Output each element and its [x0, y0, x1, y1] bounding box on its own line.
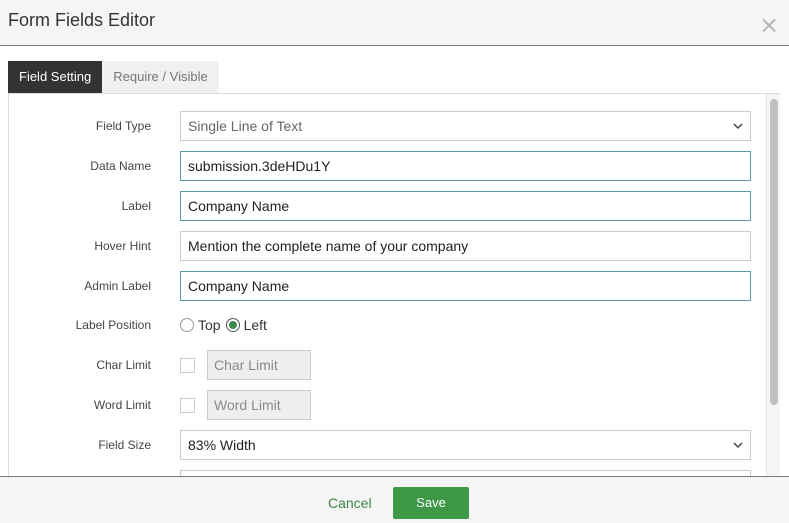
dialog-footer: Cancel Save [0, 476, 789, 523]
hover-hint-label: Hover Hint [94, 239, 151, 253]
word-limit-row: Word Limit Word Limit [9, 390, 759, 420]
tab-bar: Field Setting Require / Visible [8, 61, 219, 93]
data-name-label: Data Name [90, 159, 151, 173]
label-position-row: Label Position Top Left [9, 310, 759, 340]
label-input[interactable]: Company Name [180, 191, 751, 221]
chevron-down-icon [733, 123, 743, 130]
label-position-radio-group: Top Left [180, 310, 272, 340]
label-label: Label [121, 199, 151, 213]
field-type-value: Single Line of Text [188, 118, 303, 134]
field-size-select[interactable]: 83% Width [180, 430, 751, 460]
field-size-row: Field Size 83% Width [9, 430, 759, 460]
char-limit-row: Char Limit Char Limit [9, 350, 759, 380]
field-size-value: 83% Width [188, 437, 256, 453]
save-button[interactable]: Save [393, 487, 469, 519]
dialog-header: Form Fields Editor × [0, 0, 789, 46]
radio-top-label: Top [198, 317, 221, 333]
admin-label-label: Admin Label [84, 279, 151, 293]
scrollbar-thumb[interactable] [770, 99, 778, 405]
settings-panel: Field Type Single Line of Text Data Name… [8, 93, 780, 476]
word-limit-checkbox[interactable] [180, 398, 195, 413]
char-limit-checkbox[interactable] [180, 358, 195, 373]
hover-hint-input[interactable]: Mention the complete name of your compan… [180, 231, 751, 261]
word-limit-input[interactable]: Word Limit [207, 390, 311, 420]
tab-require-visible[interactable]: Require / Visible [102, 61, 219, 93]
word-limit-label: Word Limit [93, 398, 151, 412]
hover-hint-row: Hover Hint Mention the complete name of … [9, 231, 759, 261]
admin-label-input[interactable]: Company Name [180, 271, 751, 301]
field-size-label: Field Size [98, 438, 151, 452]
label-row: Label Company Name [9, 191, 759, 221]
label-position-label: Label Position [75, 318, 151, 332]
radio-left[interactable] [225, 318, 240, 332]
cancel-button[interactable]: Cancel [328, 495, 372, 511]
chevron-down-icon [733, 442, 743, 449]
dialog-title: Form Fields Editor [8, 10, 156, 30]
admin-label-row: Admin Label Company Name [9, 271, 759, 301]
tab-field-setting[interactable]: Field Setting [8, 61, 103, 93]
scrollbar[interactable] [766, 94, 780, 476]
data-name-row: Data Name submission.3deHDu1Y [9, 151, 759, 181]
char-limit-label: Char Limit [96, 358, 151, 372]
field-type-select[interactable]: Single Line of Text [180, 111, 751, 141]
radio-top[interactable] [180, 318, 194, 332]
char-limit-input[interactable]: Char Limit [207, 350, 311, 380]
close-icon[interactable]: × [759, 13, 779, 37]
radio-left-label: Left [243, 317, 267, 333]
field-type-label: Field Type [95, 119, 151, 133]
data-name-input[interactable]: submission.3deHDu1Y [180, 151, 751, 181]
field-type-row: Field Type Single Line of Text [9, 111, 759, 141]
